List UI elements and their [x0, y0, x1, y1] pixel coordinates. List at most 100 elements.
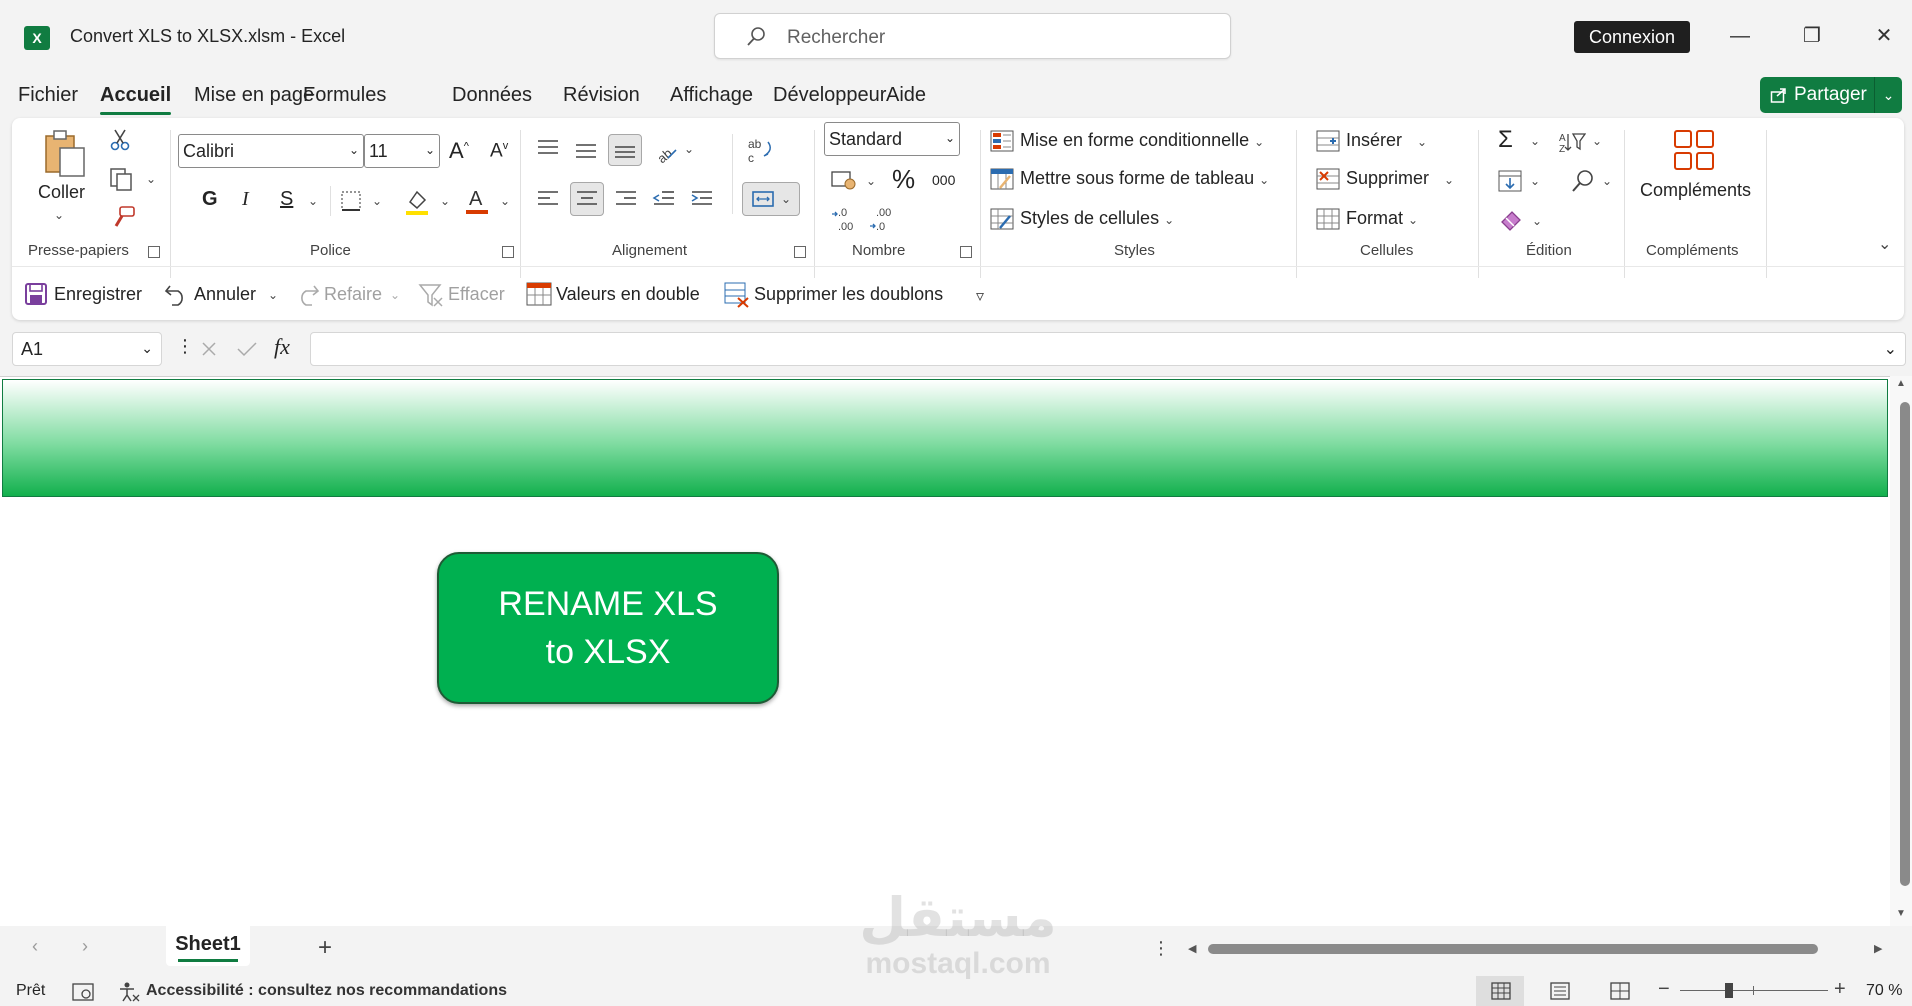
align-bottom-button[interactable]	[608, 134, 642, 166]
tab-fichier[interactable]: Fichier	[18, 84, 78, 107]
decrease-font-icon[interactable]: Av	[490, 140, 508, 162]
accounting-format-icon[interactable]	[830, 168, 858, 192]
tab-affichage[interactable]: Affichage	[670, 84, 753, 107]
align-left-icon[interactable]	[536, 188, 560, 210]
increase-decimal-icon[interactable]: .0.00	[830, 204, 860, 234]
sort-filter-icon[interactable]: AZ	[1558, 130, 1586, 154]
tab-donnees[interactable]: Données	[452, 84, 532, 107]
cell-styles-button[interactable]: Styles de cellules ⌄	[1020, 208, 1174, 229]
align-right-icon[interactable]	[614, 188, 638, 210]
formula-input[interactable]: ⌄	[310, 332, 1906, 366]
vertical-scrollbar[interactable]: ▲ ▼	[1890, 376, 1912, 926]
clipboard-launcher-icon[interactable]	[148, 246, 160, 258]
worksheet-grid[interactable]: RENAME XLS to XLSX	[0, 376, 1890, 926]
accessibility-icon[interactable]	[118, 981, 140, 1003]
scroll-up-icon[interactable]: ▲	[1896, 378, 1906, 389]
cut-icon[interactable]	[108, 128, 132, 152]
format-cells-icon[interactable]	[1316, 208, 1340, 230]
expand-formula-chevron-icon[interactable]: ⌄	[1884, 339, 1897, 359]
normal-view-button[interactable]	[1476, 976, 1524, 1006]
undo-icon[interactable]	[164, 282, 190, 306]
font-name-select[interactable]: Calibri ⌄	[178, 134, 364, 168]
number-format-select[interactable]: Standard ⌄	[824, 122, 960, 156]
customize-qat-icon[interactable]: ▿	[976, 286, 984, 306]
insert-cells-icon[interactable]	[1316, 130, 1340, 152]
autosum-icon[interactable]: Σ	[1498, 126, 1513, 154]
zoom-slider-thumb[interactable]	[1725, 983, 1734, 998]
zoom-in-button[interactable]: +	[1834, 978, 1846, 1001]
copy-dropdown-caret[interactable]: ⌄	[146, 172, 156, 186]
addins-button[interactable]: Compléments	[1640, 180, 1751, 201]
conditional-formatting-icon[interactable]	[990, 130, 1014, 152]
search-input[interactable]: Rechercher	[714, 13, 1231, 59]
sheet-tab-sheet1[interactable]: Sheet1	[166, 926, 250, 966]
cancel-entry-icon[interactable]	[200, 340, 218, 358]
font-size-select[interactable]: 11 ⌄	[364, 134, 440, 168]
delete-cells-button[interactable]: Supprimer ⌄	[1346, 168, 1454, 189]
decrease-indent-icon[interactable]	[652, 188, 676, 210]
wrap-text-icon[interactable]: abc	[746, 136, 776, 166]
share-dropdown-caret[interactable]: ⌄	[1874, 77, 1902, 113]
addins-icon[interactable]	[1672, 128, 1716, 172]
merge-center-button[interactable]: ⌄	[742, 182, 800, 216]
underline-dropdown-caret[interactable]: ⌄	[308, 194, 318, 208]
fill-color-icon[interactable]	[404, 188, 430, 216]
percent-button[interactable]: %	[892, 164, 915, 195]
scroll-left-icon[interactable]: ◀	[1188, 942, 1196, 955]
borders-icon[interactable]	[340, 190, 362, 212]
font-color-icon[interactable]: A	[464, 186, 490, 216]
page-layout-view-icon[interactable]	[1550, 982, 1570, 1000]
orientation-icon[interactable]: ab	[652, 136, 680, 164]
vertical-scroll-thumb[interactable]	[1900, 402, 1910, 886]
increase-font-icon[interactable]: A^	[449, 138, 469, 164]
duplicate-values-icon[interactable]	[526, 282, 552, 306]
font-launcher-icon[interactable]	[502, 246, 514, 258]
zoom-slider[interactable]	[1680, 983, 1828, 998]
fill-dropdown-caret[interactable]: ⌄	[1530, 174, 1540, 188]
delete-cells-icon[interactable]	[1316, 168, 1340, 190]
format-as-table-icon[interactable]	[990, 168, 1014, 190]
align-top-icon[interactable]	[536, 138, 560, 158]
remove-duplicates-button[interactable]: Supprimer les doublons	[754, 284, 943, 305]
tab-accueil[interactable]: Accueil	[100, 84, 172, 115]
orientation-dropdown-caret[interactable]: ⌄	[684, 142, 694, 156]
increase-indent-icon[interactable]	[690, 188, 714, 210]
italic-button[interactable]: I	[242, 188, 249, 211]
next-sheet-icon[interactable]: ›	[82, 936, 88, 957]
copy-icon[interactable]	[108, 166, 134, 192]
scroll-down-icon[interactable]: ▼	[1896, 908, 1906, 919]
format-cells-button[interactable]: Format ⌄	[1346, 208, 1418, 229]
paste-label[interactable]: Coller	[38, 182, 85, 203]
number-launcher-icon[interactable]	[960, 246, 972, 258]
zoom-out-button[interactable]: −	[1658, 978, 1670, 1001]
font-color-dropdown-caret[interactable]: ⌄	[500, 194, 510, 208]
paste-icon[interactable]	[42, 128, 88, 178]
format-painter-icon[interactable]	[110, 204, 136, 230]
confirm-entry-icon[interactable]	[236, 340, 258, 358]
tab-mise-en-page[interactable]: Mise en page	[194, 84, 314, 107]
add-sheet-button[interactable]: +	[318, 934, 332, 962]
format-as-table-button[interactable]: Mettre sous forme de tableau ⌄	[1020, 168, 1269, 189]
fill-icon[interactable]	[1498, 170, 1522, 192]
redo-button[interactable]: Refaire	[324, 284, 382, 305]
save-icon[interactable]	[24, 282, 48, 306]
zoom-level[interactable]: 70 %	[1866, 982, 1902, 1000]
share-button[interactable]: Partager ⌄	[1760, 77, 1902, 113]
clear-filter-icon[interactable]	[418, 282, 444, 308]
formula-bar-options-icon[interactable]: ⋮	[176, 336, 194, 357]
macro-recording-icon[interactable]	[72, 982, 94, 1002]
redo-icon[interactable]	[294, 282, 320, 306]
horizontal-scroll-thumb[interactable]	[1208, 944, 1818, 954]
tab-aide[interactable]: Aide	[886, 84, 926, 107]
tabs-splitter-icon[interactable]: ⋮	[1152, 938, 1170, 959]
clear-icon[interactable]	[1498, 208, 1524, 232]
align-center-button[interactable]	[570, 182, 604, 216]
restore-button[interactable]: ❐	[1792, 20, 1832, 52]
name-box[interactable]: A1 ⌄	[12, 332, 162, 366]
insert-function-button[interactable]: fx	[274, 334, 290, 360]
cell-styles-icon[interactable]	[990, 208, 1014, 230]
close-button[interactable]: ✕	[1864, 20, 1904, 52]
fill-color-dropdown-caret[interactable]: ⌄	[440, 194, 450, 208]
page-break-view-icon[interactable]	[1610, 982, 1630, 1000]
autosum-dropdown-caret[interactable]: ⌄	[1530, 134, 1540, 148]
